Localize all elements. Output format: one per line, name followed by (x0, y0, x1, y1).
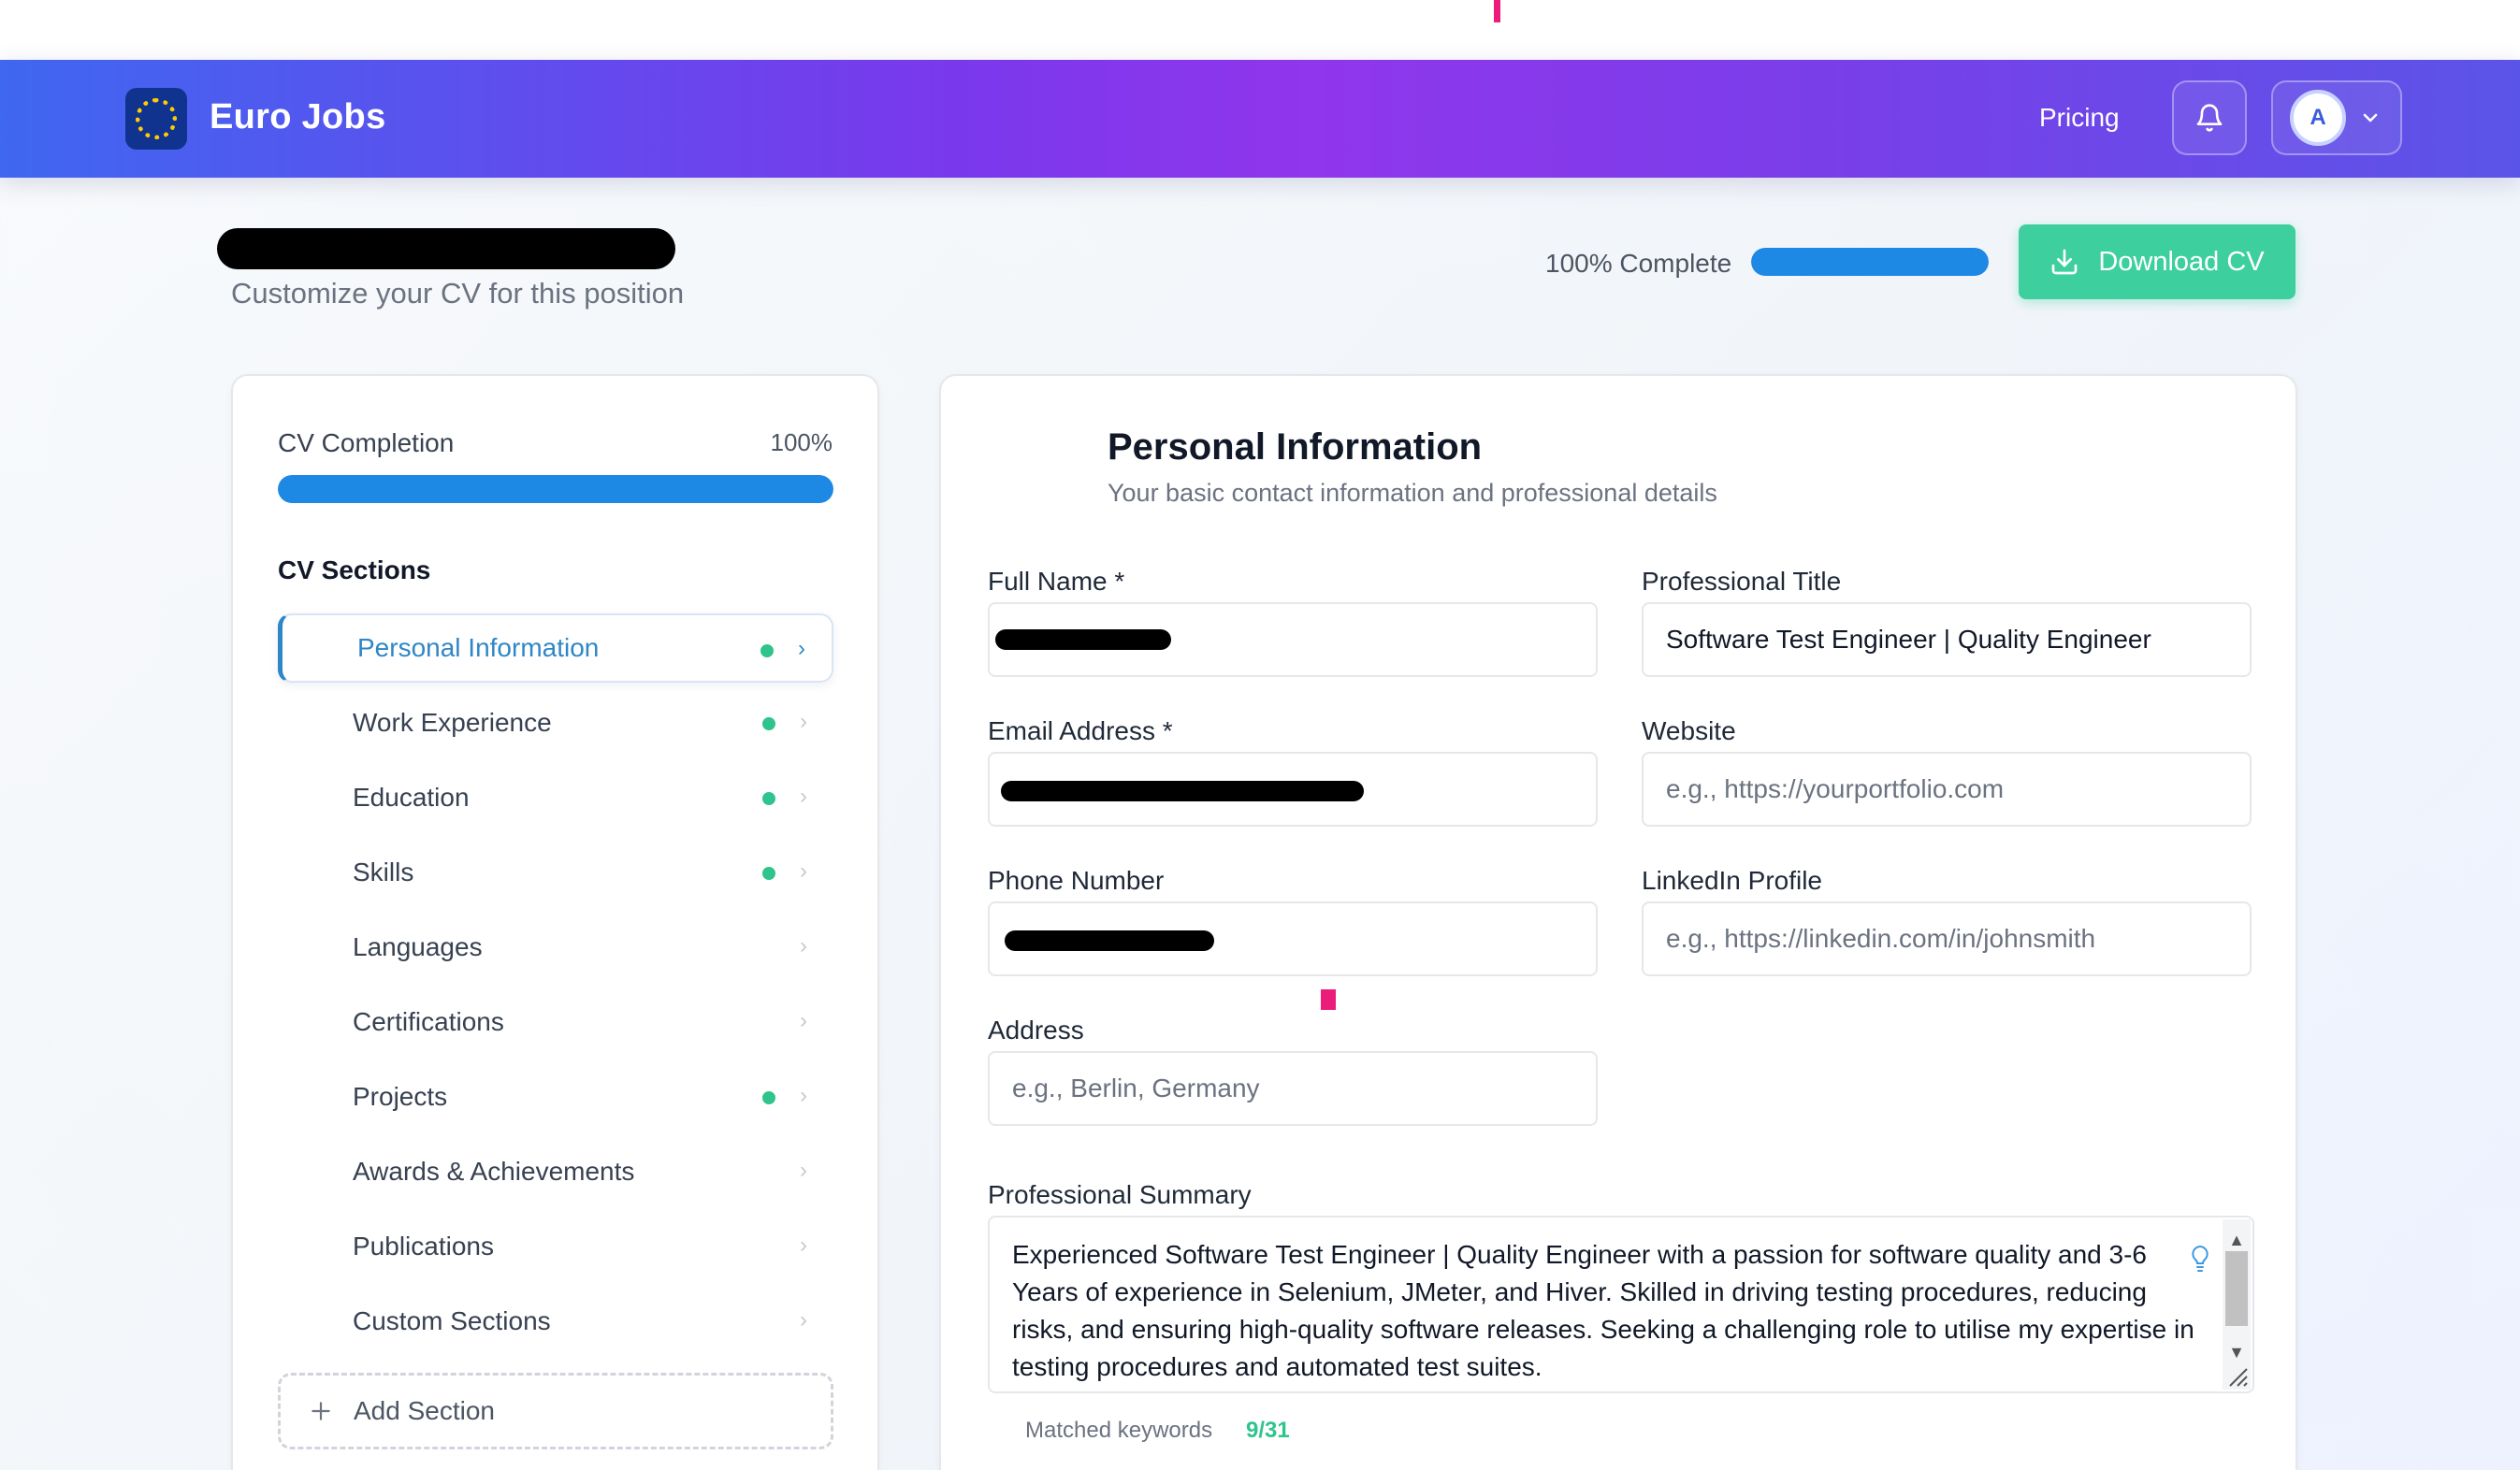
sidebar-item-projects[interactable]: Projects › (278, 1062, 833, 1131)
professional-title-label: Professional Title (1642, 567, 1842, 596)
chevron-right-icon: › (800, 1158, 807, 1183)
nav-pricing-link[interactable]: Pricing (2039, 103, 2120, 133)
eu-stars-logo-icon[interactable] (125, 88, 187, 150)
sidebar-item-awards-achievements[interactable]: Awards & Achievements › (278, 1137, 833, 1206)
professional-summary-text: Experienced Software Test Engineer | Qua… (1012, 1240, 2194, 1381)
phone-redacted (1005, 930, 1214, 951)
linkedin-input[interactable]: e.g., https://linkedin.com/in/johnsmith (1642, 901, 2252, 976)
chevron-down-icon (2363, 113, 2378, 122)
linkedin-label: LinkedIn Profile (1642, 866, 1823, 895)
sidebar-item-label: Work Experience (353, 708, 552, 737)
sidebar-item-label: Custom Sections (353, 1306, 551, 1335)
matched-keywords-label: Matched keywords (1025, 1418, 1213, 1443)
sidebar-item-label: Languages (353, 932, 483, 961)
professional-summary-label: Professional Summary (988, 1180, 1252, 1209)
complete-status-dot (760, 644, 774, 657)
email-input[interactable] (988, 752, 1598, 827)
cv-completion-bar (278, 475, 833, 503)
sidebar-item-skills[interactable]: Skills › (278, 838, 833, 907)
download-cv-label: Download CV (2098, 246, 2265, 277)
cv-sections-panel: CV Completion 100% CV Sections Personal … (231, 374, 879, 1470)
chevron-right-icon: › (800, 1083, 807, 1108)
cursor-marker (1321, 989, 1336, 1010)
sidebar-item-publications[interactable]: Publications › (278, 1212, 833, 1281)
page-title-redacted (217, 228, 675, 269)
address-input[interactable]: e.g., Berlin, Germany (988, 1051, 1598, 1126)
complete-status-dot (762, 792, 775, 805)
lightbulb-icon[interactable] (2189, 1244, 2211, 1274)
sidebar-item-label: Skills (353, 858, 414, 886)
email-label: Email Address * (988, 716, 1173, 745)
website-input[interactable]: e.g., https://yourportfolio.com (1642, 752, 2252, 827)
resize-handle-icon[interactable] (2223, 1362, 2249, 1388)
personal-information-form: Personal Information Your basic contact … (939, 374, 2297, 1470)
professional-summary-textarea[interactable]: Experienced Software Test Engineer | Qua… (988, 1216, 2254, 1393)
sidebar-item-label: Awards & Achievements (353, 1157, 635, 1186)
chevron-right-icon: › (800, 1307, 807, 1333)
form-subtitle: Your basic contact information and profe… (1108, 479, 1717, 507)
form-title: Personal Information (1108, 426, 1483, 468)
bell-icon (2196, 104, 2223, 132)
chevron-right-icon: › (798, 636, 805, 661)
completion-progress-bar (1751, 248, 1989, 276)
download-icon (2051, 249, 2078, 275)
add-section-button[interactable]: Add Section (278, 1373, 833, 1449)
full-name-redacted (995, 629, 1171, 650)
address-label: Address (988, 1016, 1084, 1045)
completion-status-text: 100% Complete (1545, 249, 1732, 278)
professional-title-input[interactable]: Software Test Engineer | Quality Enginee… (1642, 602, 2252, 677)
email-redacted (1001, 781, 1364, 801)
sidebar-item-label: Personal Information (357, 633, 600, 662)
top-strip (0, 0, 2520, 60)
completion-progress-fill (1751, 248, 1989, 276)
complete-status-dot (762, 1091, 775, 1104)
notifications-button[interactable] (2172, 80, 2247, 155)
sidebar-item-label: Education (353, 783, 470, 812)
cv-completion-fill (278, 475, 833, 503)
user-menu-button[interactable]: A (2271, 80, 2402, 155)
complete-status-dot (762, 867, 775, 880)
plus-icon (311, 1402, 330, 1420)
sidebar-item-education[interactable]: Education › (278, 763, 833, 832)
avatar: A (2290, 90, 2346, 146)
cv-completion-label: CV Completion (278, 428, 455, 457)
sidebar-item-work-experience[interactable]: Work Experience › (278, 688, 833, 757)
full-name-label: Full Name * (988, 567, 1125, 596)
cursor-marker (1494, 0, 1500, 22)
complete-status-dot (762, 717, 775, 730)
app-header: Euro Jobs Pricing A (0, 60, 2520, 178)
download-cv-button[interactable]: Download CV (2019, 224, 2296, 299)
matched-keywords-value: 9/31 (1246, 1418, 1290, 1443)
page-subtitle: Customize your CV for this position (231, 277, 685, 310)
sidebar-item-certifications[interactable]: Certifications › (278, 987, 833, 1057)
sidebar-item-languages[interactable]: Languages › (278, 913, 833, 982)
sidebar-item-label: Publications (353, 1232, 494, 1261)
full-name-input[interactable] (988, 602, 1598, 677)
chevron-right-icon: › (800, 933, 807, 958)
cv-sections-list: Personal Information › Work Experience › Edu… (278, 613, 833, 1362)
sidebar-item-label: Projects (353, 1082, 448, 1111)
chevron-right-icon: › (800, 1008, 807, 1033)
brand-name[interactable]: Euro Jobs (210, 97, 386, 137)
chevron-right-icon: › (800, 784, 807, 809)
cv-completion-percent: 100% (770, 428, 833, 456)
cv-sections-title: CV Sections (278, 555, 431, 584)
sidebar-item-label: Certifications (353, 1007, 504, 1036)
sidebar-item-personal-information[interactable]: Personal Information › (278, 613, 833, 683)
website-label: Website (1642, 716, 1736, 745)
scrollbar-thumb[interactable] (2225, 1251, 2248, 1326)
chevron-right-icon: › (800, 1232, 807, 1258)
add-section-label: Add Section (354, 1396, 495, 1425)
phone-input[interactable] (988, 901, 1598, 976)
sidebar-item-custom-sections[interactable]: Custom Sections › (278, 1287, 833, 1356)
phone-label: Phone Number (988, 866, 1165, 895)
chevron-right-icon: › (800, 858, 807, 884)
chevron-right-icon: › (800, 709, 807, 734)
